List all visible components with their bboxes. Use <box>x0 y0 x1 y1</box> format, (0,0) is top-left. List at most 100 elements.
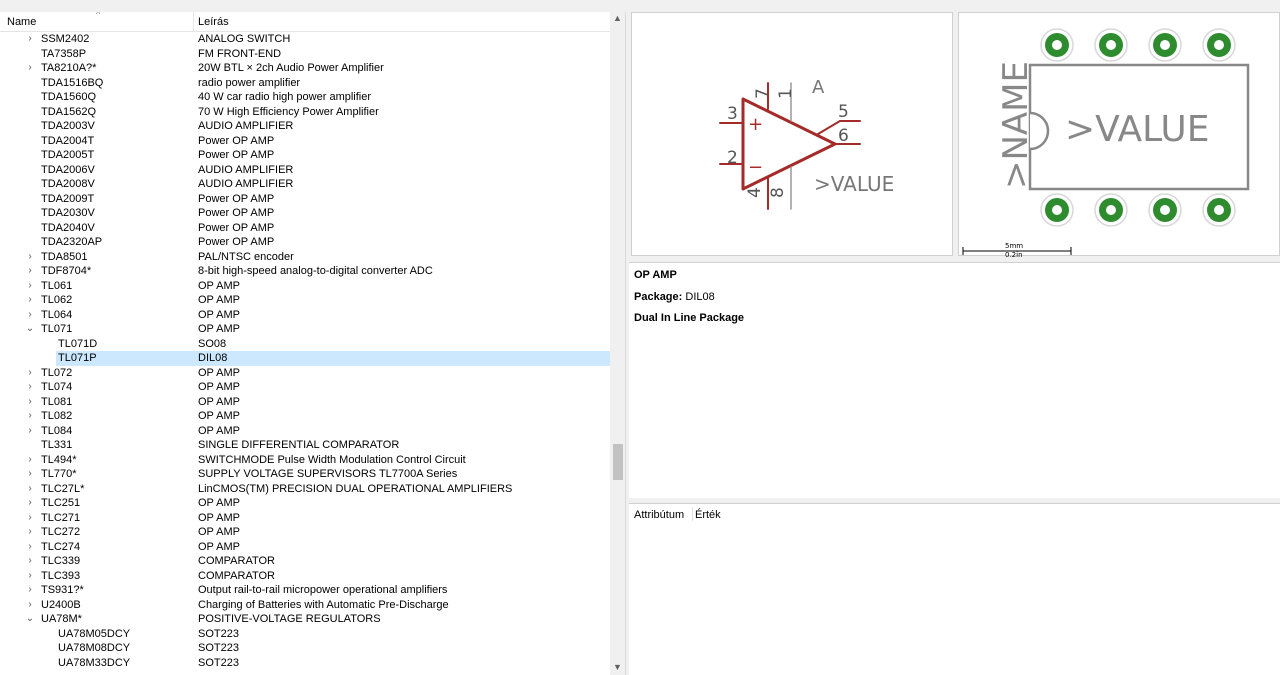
chevron-right-icon[interactable]: › <box>25 380 35 395</box>
chevron-down-icon[interactable]: ⌄ <box>25 322 35 337</box>
chevron-down-icon[interactable]: ⌄ <box>25 612 35 627</box>
tree-row[interactable]: TDA2006V AUDIO AMPLIFIER <box>0 163 610 178</box>
tree-row[interactable]: TDA2005T Power OP AMP <box>0 148 610 163</box>
tree-row-name: TL084 <box>41 424 73 437</box>
tree-row[interactable]: TDA2008V AUDIO AMPLIFIER <box>0 177 610 192</box>
chevron-right-icon[interactable]: › <box>25 511 35 526</box>
column-header-description[interactable]: Leírás <box>198 16 229 28</box>
tree-row-name: TA8210A?* <box>41 62 97 74</box>
tree-row[interactable]: › TL064 OP AMP <box>0 308 610 323</box>
chevron-right-icon[interactable]: › <box>25 308 35 323</box>
tree-row[interactable]: ⌄ UA78M* POSITIVE-VOLTAGE REGULATORS <box>0 612 610 627</box>
tree-row-name: TL082 <box>41 410 73 422</box>
tree-row[interactable]: TDA1516BQ radio power amplifier <box>0 76 610 91</box>
tree-row[interactable]: › TL084 OP AMP <box>0 424 610 439</box>
sort-ascending-icon: ^ <box>96 12 101 19</box>
tree-row[interactable]: TDA2030V Power OP AMP <box>0 206 610 221</box>
tree-row[interactable]: TA7358P FM FRONT-END <box>0 47 610 62</box>
tree-row-description: LinCMOS(TM) PRECISION DUAL OPERATIONAL A… <box>198 482 513 495</box>
device-package: Package: DIL08 <box>634 291 715 303</box>
scroll-up-icon[interactable]: ▲ <box>613 13 622 23</box>
tree-row[interactable]: › TA8210A?* 20W BTL × 2ch Audio Power Ampl… <box>0 61 610 76</box>
tree-row[interactable]: › TLC27L* LinCMOS(TM) PRECISION DUAL OPERA… <box>0 482 610 497</box>
chevron-right-icon[interactable]: › <box>25 525 35 540</box>
chevron-right-icon[interactable]: › <box>25 467 35 482</box>
column-header-name[interactable]: Name <box>7 16 36 28</box>
tree-row[interactable]: › TDF8704* 8-bit high-speed analog-to-digi… <box>0 264 610 279</box>
tree-row-description: COMPARATOR <box>198 569 276 582</box>
tree-row[interactable]: › TL061 OP AMP <box>0 279 610 294</box>
tree-row[interactable]: TDA1562Q 70 W High Efficiency Power Ampli… <box>0 105 610 120</box>
tree-row[interactable]: › SSM2402 ANALOG SWITCH <box>0 32 610 47</box>
chevron-right-icon[interactable]: › <box>25 482 35 497</box>
tree-row[interactable]: UA78M33DCY SOT223 <box>0 656 610 671</box>
package-label: Package: <box>634 291 683 303</box>
scroll-down-icon[interactable]: ▼ <box>613 662 622 672</box>
tree-row-name: UA78M08DCY <box>58 642 131 654</box>
tree-row-name: TS931?* <box>41 584 84 596</box>
tree-row[interactable]: TDA2320AP Power OP AMP <box>0 235 610 250</box>
chevron-right-icon[interactable]: › <box>25 583 35 598</box>
column-header-value[interactable]: Érték <box>695 509 721 521</box>
chevron-right-icon[interactable]: › <box>25 424 35 439</box>
column-divider[interactable] <box>193 12 194 32</box>
tree-row-description: SO08 <box>198 337 227 350</box>
tree-vertical-scrollbar[interactable]: ▲ ▼ <box>610 12 625 675</box>
tree-row[interactable]: › TLC339 COMPARATOR <box>0 554 610 569</box>
chevron-right-icon[interactable]: › <box>25 569 35 584</box>
tree-row[interactable]: › TS931?* Output rail-to-rail micropower o… <box>0 583 610 598</box>
tree-row[interactable]: › TL072 OP AMP <box>0 366 610 381</box>
scrollbar-thumb[interactable] <box>613 444 623 480</box>
tree-row[interactable]: › TL770* SUPPLY VOLTAGE SUPERVISORS TL7700… <box>0 467 610 482</box>
scale-metric: 5mm <box>1005 242 1023 250</box>
tree-row[interactable]: TDA2009T Power OP AMP <box>0 192 610 207</box>
tree-row[interactable]: › TLC272 OP AMP <box>0 525 610 540</box>
tree-row[interactable]: TDA2004T Power OP AMP <box>0 134 610 149</box>
chevron-right-icon[interactable]: › <box>25 409 35 424</box>
tree-row[interactable]: › TL081 OP AMP <box>0 395 610 410</box>
tree-row[interactable]: TL331 SINGLE DIFFERENTIAL COMPARATOR <box>0 438 610 453</box>
chevron-right-icon[interactable]: › <box>25 250 35 265</box>
tree-row[interactable]: TL071D SO08 <box>0 337 610 352</box>
tree-row[interactable]: UA78M05DCY SOT223 <box>0 627 610 642</box>
tree-row[interactable]: › TLC274 OP AMP <box>0 540 610 555</box>
device-info-panel: OP AMP Package: DIL08 Dual In Line Packa… <box>629 262 1280 498</box>
column-divider[interactable] <box>692 507 693 521</box>
chevron-right-icon[interactable]: › <box>25 32 35 47</box>
tree-row[interactable]: › TLC251 OP AMP <box>0 496 610 511</box>
chevron-right-icon[interactable]: › <box>25 395 35 410</box>
chevron-right-icon[interactable]: › <box>25 496 35 511</box>
chevron-right-icon[interactable]: › <box>25 540 35 555</box>
chevron-right-icon[interactable]: › <box>25 279 35 294</box>
chevron-right-icon[interactable]: › <box>25 61 35 76</box>
tree-row[interactable]: › TL494* SWITCHMODE Pulse Width Modulation… <box>0 453 610 468</box>
tree-row[interactable]: TL071P DIL08 <box>56 351 610 366</box>
tree-row[interactable]: UA78M08DCY SOT223 <box>0 641 610 656</box>
tree-row[interactable]: › TLC271 OP AMP <box>0 511 610 526</box>
chevron-right-icon[interactable]: › <box>25 453 35 468</box>
tree-row[interactable]: TDA2040V Power OP AMP <box>0 221 610 236</box>
tree-row-description: 70 W High Efficiency Power Amplifier <box>198 105 379 118</box>
tree-row-name: TDA2004T <box>41 134 95 147</box>
tree-row-name: TDA2008V <box>41 178 95 190</box>
tree-row[interactable]: › TL074 OP AMP <box>0 380 610 395</box>
tree-row[interactable]: TDA1560Q 40 W car radio high power amplif… <box>0 90 610 105</box>
chevron-right-icon[interactable]: › <box>25 293 35 308</box>
tree-row[interactable]: TDA2003V AUDIO AMPLIFIER <box>0 119 610 134</box>
tree-row[interactable]: ⌄ TL071 OP AMP <box>0 322 610 337</box>
tree-row-name: TL074 <box>41 381 73 393</box>
tree-row[interactable]: › TL082 OP AMP <box>0 409 610 424</box>
tree-row[interactable]: › TL062 OP AMP <box>0 293 610 308</box>
chevron-right-icon[interactable]: › <box>25 366 35 381</box>
package-preview: >VALUE >NAME 5mm 0,2in <box>958 12 1280 259</box>
tree-rows: › SSM2402 ANALOG SWITCH TA7358P FM FRONT-END… <box>0 32 610 670</box>
tree-row-description: Power OP AMP <box>198 192 275 205</box>
chevron-right-icon[interactable]: › <box>25 264 35 279</box>
chevron-right-icon[interactable]: › <box>25 598 35 613</box>
tree-row[interactable]: › TDA8501 PAL/NTSC encoder <box>0 250 610 265</box>
dil8-package-drawing: >VALUE >NAME 5mm0,2in <box>962 28 1250 259</box>
tree-row[interactable]: › U2400B Charging of Batteries with Automa… <box>0 598 610 613</box>
column-header-attribute[interactable]: Attribútum <box>634 509 684 521</box>
chevron-right-icon[interactable]: › <box>25 554 35 569</box>
tree-row[interactable]: › TLC393 COMPARATOR <box>0 569 610 584</box>
